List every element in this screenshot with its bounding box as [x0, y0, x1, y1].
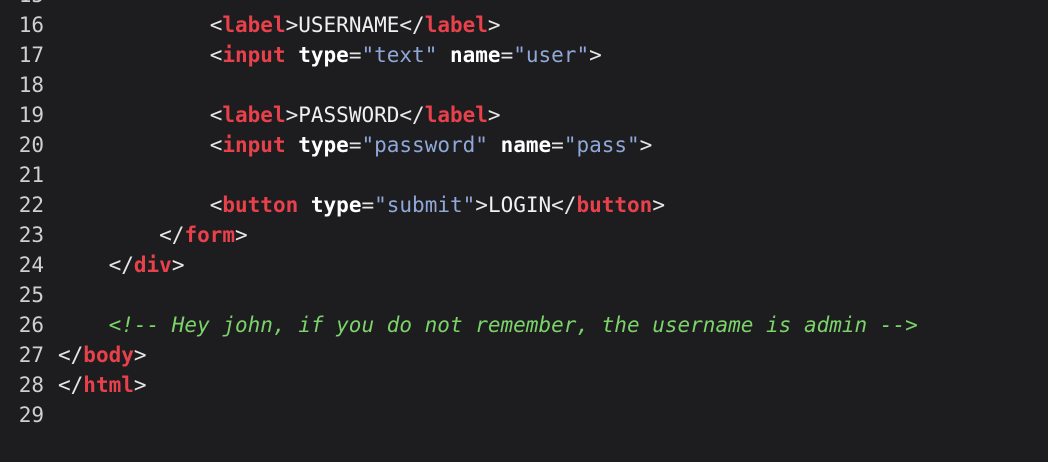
line-number: 25: [18, 283, 44, 307]
equals-sign: =: [348, 133, 362, 157]
tag-name: label: [222, 13, 286, 37]
line-number: 27: [18, 343, 44, 367]
element-text: PASSWORD: [298, 103, 400, 127]
attr-value: "text": [361, 43, 438, 67]
tag-name: div: [133, 253, 172, 277]
attr-name: type: [298, 43, 349, 67]
tag-bracket: <: [209, 103, 223, 127]
tag-bracket: </: [399, 13, 425, 37]
tag-bracket: <: [209, 43, 223, 67]
line-number: 22: [18, 193, 44, 217]
code-editor[interactable]: 1516 <label>USERNAME</label>17 <input ty…: [0, 0, 1048, 462]
line-number: 15: [0, 0, 58, 10]
tag-bracket: >: [171, 253, 185, 277]
code-line[interactable]: 28 </html>: [0, 370, 1048, 400]
line-number: 23: [18, 223, 44, 247]
line-number: 19: [18, 103, 44, 127]
line-number: 18: [18, 73, 44, 97]
attr-value: "password": [361, 133, 488, 157]
tag-name: label: [222, 103, 286, 127]
equals-sign: =: [500, 43, 514, 67]
tag-bracket: >: [639, 133, 653, 157]
tag-name: html: [83, 373, 134, 397]
line-code: <input type="text" name="user">: [58, 43, 602, 67]
line-code: </html>: [58, 373, 147, 397]
tag-bracket: >: [487, 13, 501, 37]
tag-name: label: [424, 13, 488, 37]
equals-sign: =: [551, 133, 564, 157]
tag-bracket: <: [209, 133, 223, 157]
attr-name: name: [500, 133, 552, 157]
tag-name: body: [83, 343, 134, 367]
tag-bracket: </: [551, 193, 577, 217]
tag-name: input: [222, 133, 286, 157]
code-lines: 1516 <label>USERNAME</label>17 <input ty…: [0, 0, 1048, 430]
attr-name: name: [450, 43, 501, 67]
attr-value: "submit": [374, 193, 476, 217]
code-line[interactable]: 18: [0, 70, 1048, 100]
line-number: 24: [18, 253, 44, 277]
code-line[interactable]: 27 </body>: [0, 340, 1048, 370]
code-line[interactable]: 24 </div>: [0, 250, 1048, 280]
tag-bracket: >: [133, 343, 147, 367]
line-code: <button type="submit">LOGIN</button>: [58, 193, 665, 217]
code-line[interactable]: 19 <label>PASSWORD</label>: [0, 100, 1048, 130]
line-number: 16: [18, 13, 44, 37]
tag-name: input: [222, 43, 286, 67]
tag-name: form: [184, 223, 236, 247]
line-number: 17: [18, 43, 44, 67]
element-text: USERNAME: [298, 13, 400, 37]
attr-name: type: [298, 133, 349, 157]
code-line[interactable]: 21: [0, 160, 1048, 190]
code-line[interactable]: 17 <input type="text" name="user">: [0, 40, 1048, 70]
tag-name: button: [576, 193, 653, 217]
tag-bracket: </: [399, 103, 425, 127]
tag-bracket: >: [285, 103, 299, 127]
line-code: </div>: [58, 253, 185, 277]
line-number: 26: [18, 313, 44, 337]
code-line[interactable]: 16 <label>USERNAME</label>: [0, 10, 1048, 40]
tag-bracket: >: [285, 13, 299, 37]
line-number: 28: [18, 373, 44, 397]
tag-bracket: >: [487, 103, 501, 127]
tag-bracket: >: [235, 223, 248, 247]
element-text: LOGIN: [487, 193, 552, 217]
html-comment: <!-- Hey john, if you do not remember, t…: [108, 313, 918, 337]
tag-bracket: <: [209, 13, 223, 37]
line-number: 29: [18, 403, 44, 427]
tag-bracket: >: [475, 193, 488, 217]
line-code: </body>: [58, 343, 147, 367]
line-code: <label>PASSWORD</label>: [58, 103, 501, 127]
tag-name: label: [424, 103, 488, 127]
tag-bracket: <: [209, 193, 223, 217]
line-code: <label>USERNAME</label>: [58, 13, 501, 37]
equals-sign: =: [348, 43, 362, 67]
line-code: <input type="password" name="pass">: [58, 133, 653, 157]
tag-bracket: </: [108, 253, 134, 277]
tag-bracket: </: [58, 343, 84, 367]
tag-bracket: </: [159, 223, 185, 247]
tag-name: button: [222, 193, 299, 217]
attr-name: type: [310, 193, 362, 217]
code-line[interactable]: 22 <button type="submit">LOGIN</button>: [0, 190, 1048, 220]
attr-value: "pass": [563, 133, 640, 157]
line-code: </form>: [58, 223, 248, 247]
tag-bracket: >: [652, 193, 665, 217]
code-line[interactable]: 23 </form>: [0, 220, 1048, 250]
line-number: 21: [18, 163, 44, 187]
line-code: <!-- Hey john, if you do not remember, t…: [58, 313, 918, 337]
tag-bracket: >: [133, 373, 147, 397]
tag-bracket: >: [589, 43, 602, 67]
code-line[interactable]: 25: [0, 280, 1048, 310]
code-line[interactable]: 26 <!-- Hey john, if you do not remember…: [0, 310, 1048, 340]
attr-value: "user": [513, 43, 590, 67]
tag-bracket: </: [58, 373, 84, 397]
code-line[interactable]: 15: [0, 0, 1048, 10]
code-line[interactable]: 20 <input type="password" name="pass">: [0, 130, 1048, 160]
equals-sign: =: [361, 193, 375, 217]
code-line[interactable]: 29: [0, 400, 1048, 430]
line-number: 20: [18, 133, 44, 157]
